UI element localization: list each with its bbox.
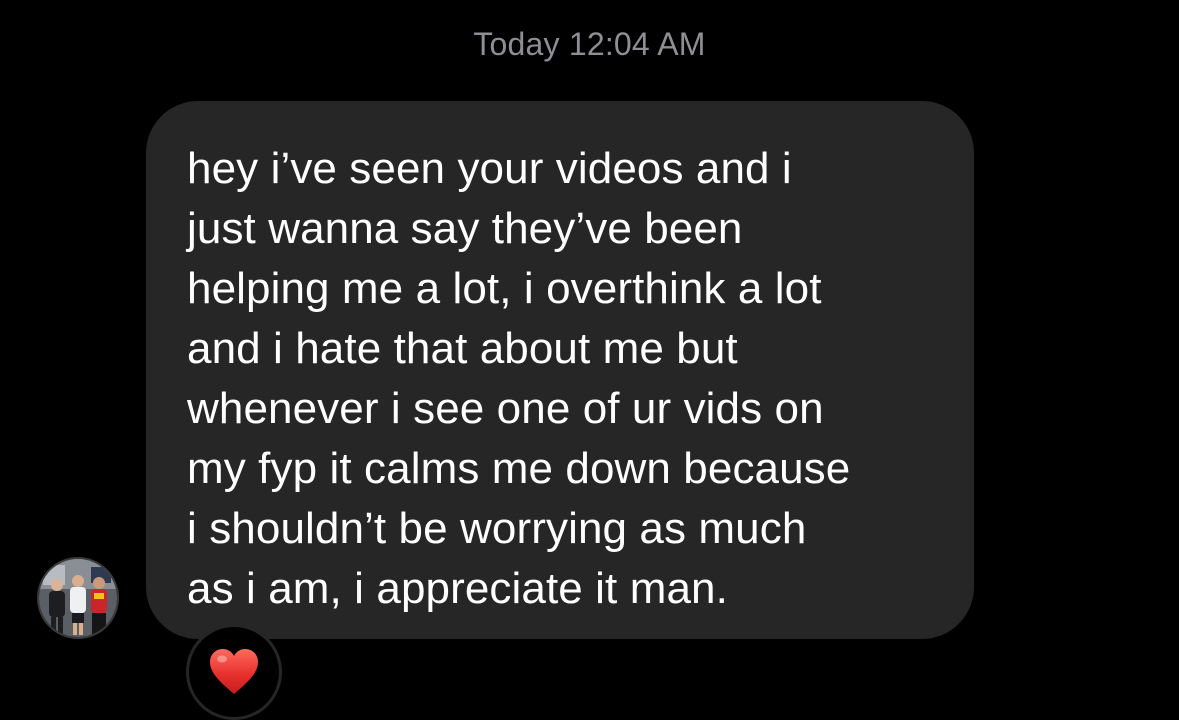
message-timestamp: Today 12:04 AM [473, 26, 706, 62]
message-line: whenever i see one of ur vids on [187, 384, 824, 433]
message-line: i shouldn’t be worrying as much [187, 504, 807, 553]
sender-avatar[interactable] [37, 557, 119, 639]
message-line: hey i’ve seen your videos and i [187, 144, 792, 193]
reaction-badge[interactable] [186, 624, 282, 720]
message-line: helping me a lot, i overthink a lot [187, 264, 822, 313]
message-line: my fyp it calms me down because [187, 444, 851, 493]
message-line: and i hate that about me but [187, 324, 738, 373]
message-line: just wanna say they’ve been [187, 204, 743, 253]
profile-photo-icon [39, 559, 117, 637]
red-heart-icon [210, 649, 258, 694]
message-text: hey i’ve seen your videos and i just wan… [187, 139, 944, 619]
message-line: as i am, i appreciate it man. [187, 564, 728, 613]
message-bubble[interactable]: hey i’ve seen your videos and i just wan… [146, 101, 974, 639]
